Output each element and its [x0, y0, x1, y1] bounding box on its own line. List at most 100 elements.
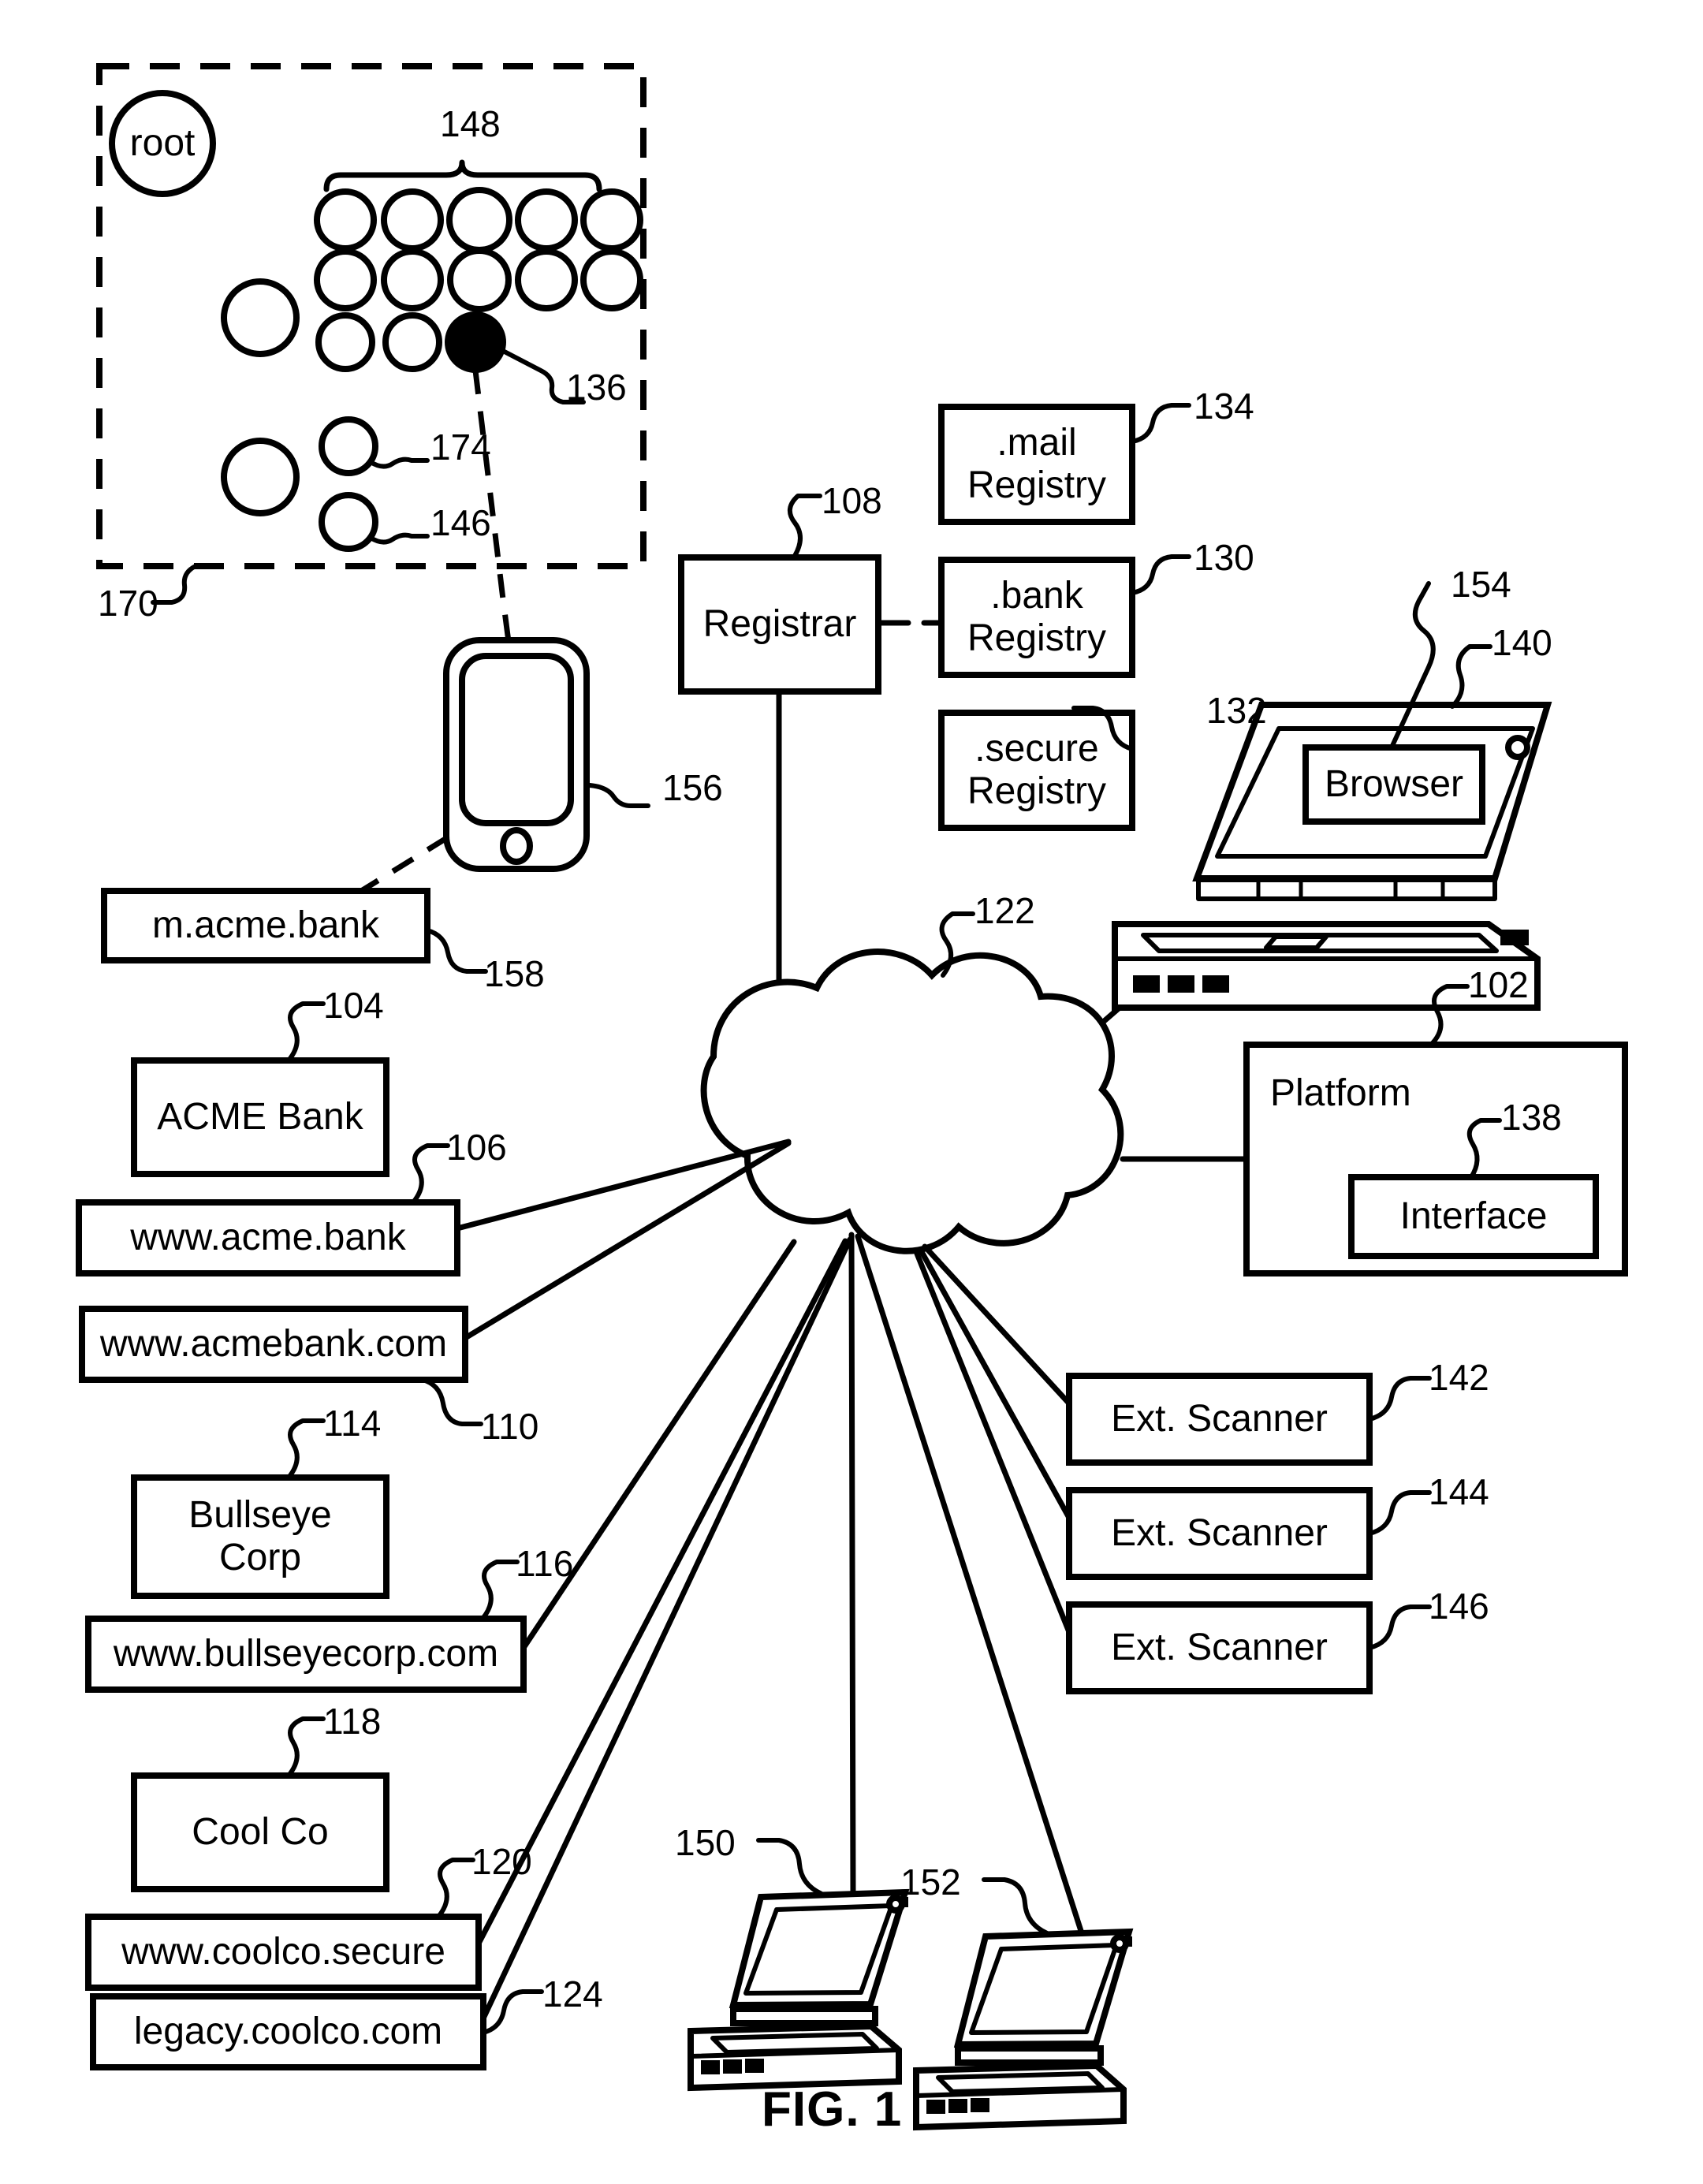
bank-registry-label: .bank Registry: [941, 560, 1132, 675]
acme-bank-org-label: ACME Bank: [157, 1096, 363, 1139]
ref-134: 134: [1194, 386, 1254, 427]
dns-node: [382, 312, 442, 372]
leader-106: [411, 1143, 450, 1205]
dns-node: [515, 188, 578, 252]
leader-158: [425, 928, 488, 974]
brace-148: [323, 159, 602, 192]
ref-120: 120: [471, 1841, 532, 1882]
network-cloud: [700, 949, 1124, 1254]
ref-170: 170: [98, 583, 158, 624]
ref-124: 124: [542, 1973, 603, 2014]
leader-144: [1367, 1490, 1432, 1536]
leader-170: [151, 564, 198, 605]
leader-130: [1130, 554, 1191, 595]
dns-node-highlighted-136: [445, 311, 506, 373]
ref-140: 140: [1492, 622, 1552, 663]
dns-node-large-left: [221, 438, 300, 516]
leader-174: [368, 457, 430, 469]
leader-146b: [1367, 1604, 1432, 1650]
dns-node: [314, 248, 377, 311]
www-bullseyecorp-com-label: www.bullseyecorp.com: [113, 1633, 499, 1675]
bullseye-corp-line2: Corp: [218, 1537, 302, 1578]
www-acmebank-com-to-cloud-link: [462, 1140, 792, 1341]
ref-154: 154: [1451, 564, 1511, 605]
interface-label: Interface: [1399, 1195, 1548, 1238]
ref-110: 110: [481, 1406, 539, 1447]
ref-116: 116: [516, 1543, 574, 1584]
dns-node: [314, 188, 377, 252]
ref-146-node: 146: [430, 502, 491, 543]
dns-node-174: [319, 416, 378, 476]
ref-156: 156: [662, 767, 723, 808]
cloud-to-laptop-150-link: [848, 1232, 856, 1897]
dns-node: [580, 248, 643, 311]
ext-scanner-label-146: Ext. Scanner: [1111, 1627, 1328, 1669]
ref-130: 130: [1194, 537, 1254, 578]
cloud-to-scanner-144-link: [918, 1247, 1072, 1521]
laptop-client-152: [913, 1928, 1134, 2131]
ref-146-scanner: 146: [1429, 1586, 1489, 1627]
cool-co-label: Cool Co: [192, 1811, 329, 1854]
secure-registry-label: .secure Registry: [941, 713, 1132, 828]
leader-150: [756, 1838, 824, 1896]
leader-134: [1130, 403, 1191, 444]
mail-registry-label: .mail Registry: [941, 407, 1132, 522]
leader-152: [982, 1877, 1049, 1936]
ref-104: 104: [323, 985, 384, 1026]
www-coolco-secure-label: www.coolco.secure: [121, 1931, 445, 1973]
leader-118: [286, 1716, 326, 1778]
m-acme-bank-label: m.acme.bank: [151, 904, 380, 947]
root-node-label: root: [129, 122, 196, 165]
dns-node: [580, 188, 643, 252]
leader-114: [286, 1418, 326, 1480]
figure-caption: FIG. 1: [762, 2082, 903, 2137]
dns-node: [315, 312, 375, 372]
cloud-to-scanner-146-link: [914, 1250, 1072, 1635]
leader-104: [286, 1001, 326, 1063]
ref-114: 114: [323, 1403, 382, 1444]
bank-registry-line1: .bank: [990, 575, 1083, 617]
registrar-label: Registrar: [702, 603, 857, 646]
secure-registry-line1: .secure: [974, 728, 1099, 770]
leader-146: [368, 532, 430, 545]
dns-node: [381, 188, 444, 252]
browser-label: Browser: [1324, 763, 1464, 806]
bullseye-corp-line1: Bullseye: [188, 1494, 332, 1537]
bullseye-corp-label: Bullseye Corp: [134, 1478, 386, 1596]
www-acme-bank-to-cloud-link: [454, 1139, 792, 1232]
bank-registry-line2: Registry: [967, 617, 1107, 659]
ref-136: 136: [566, 367, 627, 408]
ref-108: 108: [822, 480, 882, 521]
dns-node-large-left: [221, 278, 300, 357]
dns-node: [381, 248, 444, 311]
platform-label: Platform: [1270, 1072, 1411, 1115]
smartphone-device: [443, 637, 590, 872]
ref-150: 150: [675, 1822, 736, 1863]
dns-node-146: [319, 492, 378, 552]
ref-148: 148: [440, 103, 501, 144]
dns-node: [515, 248, 578, 311]
leader-116: [480, 1560, 520, 1621]
ref-144: 144: [1429, 1471, 1489, 1512]
ref-138: 138: [1501, 1097, 1562, 1138]
ref-142: 142: [1429, 1357, 1489, 1398]
www-acme-bank-label: www.acme.bank: [130, 1217, 406, 1259]
laptop-client-150: [688, 1888, 910, 2092]
mail-registry-line2: Registry: [967, 464, 1107, 506]
ref-158: 158: [484, 953, 545, 994]
leader-142: [1367, 1376, 1432, 1422]
dns-node: [446, 187, 512, 253]
www-acmebank-com-label: www.acmebank.com: [99, 1323, 448, 1366]
ref-152: 152: [900, 1862, 961, 1903]
leader-140: [1450, 644, 1492, 709]
ref-102: 102: [1468, 964, 1529, 1005]
leader-110: [420, 1377, 483, 1426]
ref-132: 132: [1206, 690, 1267, 731]
leader-120: [436, 1858, 475, 1919]
ext-scanner-label-142: Ext. Scanner: [1111, 1398, 1328, 1440]
leader-156: [587, 783, 650, 808]
leader-108: [788, 494, 822, 558]
ext-scanner-label-144: Ext. Scanner: [1111, 1512, 1328, 1555]
dns-node: [447, 248, 512, 312]
ref-174: 174: [430, 427, 491, 468]
